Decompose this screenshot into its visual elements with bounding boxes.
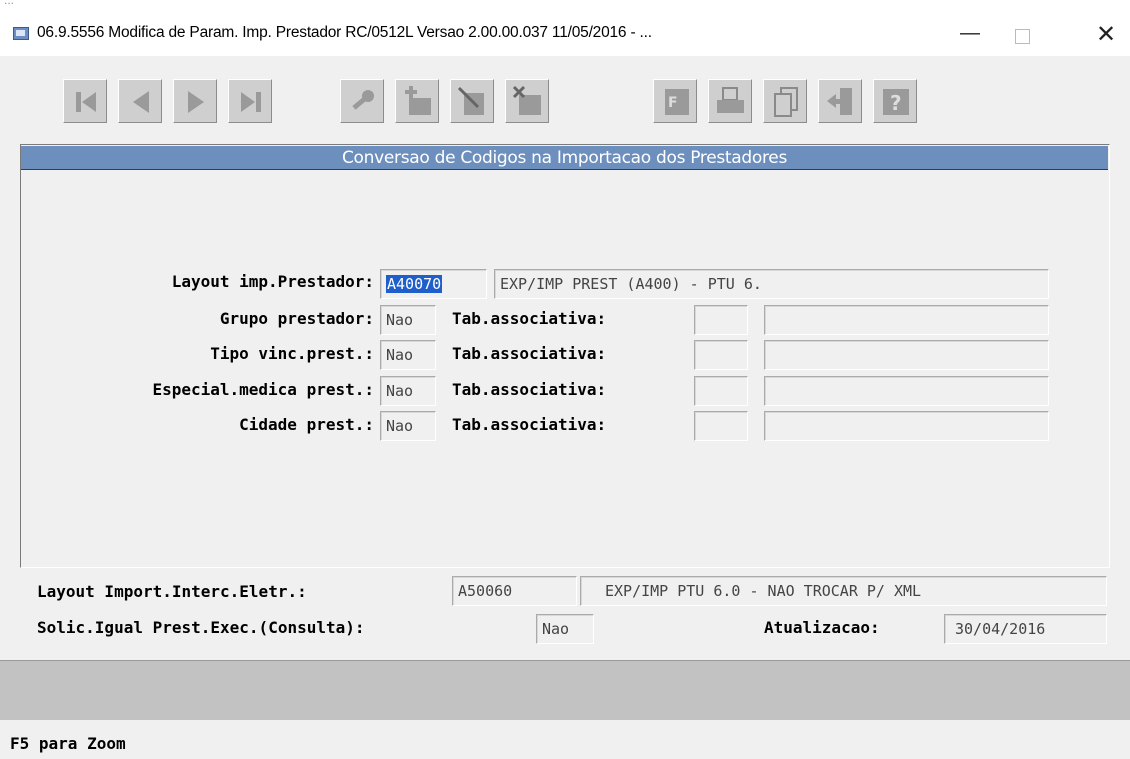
import-layout-description-field: EXP/IMP PTU 6.0 - NAO TROCAR P/ XML	[580, 576, 1107, 606]
especial-medica-prest-label: Especial.medica prest.:	[152, 380, 374, 399]
next-record-icon	[188, 91, 204, 113]
previous-record-button[interactable]	[118, 79, 162, 123]
svg-text:F: F	[668, 95, 678, 111]
modify-button[interactable]	[450, 79, 494, 123]
layout-label: Layout imp.Prestador:	[171, 272, 374, 291]
layout-code-value: A40070	[386, 275, 443, 293]
tab-associativa-code-4[interactable]	[694, 411, 748, 441]
app-icon	[13, 27, 29, 40]
atualizacao-label: Atualizacao:	[764, 618, 880, 637]
import-layout-code-field[interactable]: A50060	[452, 576, 577, 606]
tab-associativa-label-1: Tab.associativa:	[452, 309, 607, 328]
tab-associativa-code-3[interactable]	[694, 376, 748, 406]
printer-icon	[717, 87, 744, 113]
delete-button[interactable]	[505, 79, 549, 123]
grupo-prestador-field[interactable]: Nao	[380, 305, 436, 335]
last-record-button[interactable]	[228, 79, 272, 123]
exit-button[interactable]	[818, 79, 862, 123]
layout-description-field: EXP/IMP PREST (A400) - PTU 6.	[494, 269, 1049, 299]
first-record-icon	[76, 92, 96, 112]
exit-icon	[827, 88, 852, 115]
tab-associativa-desc-1	[764, 305, 1049, 335]
filter-button[interactable]: F	[653, 79, 697, 123]
title-bar[interactable]: 06.9.5556 Modifica de Param. Imp. Presta…	[0, 10, 1130, 56]
section-title: Conversao de Codigos na Importacao dos P…	[21, 146, 1108, 170]
layout-code-field[interactable]: A40070	[380, 269, 487, 299]
tab-associativa-label-2: Tab.associativa:	[452, 344, 607, 363]
tab-associativa-desc-2	[764, 340, 1049, 370]
background-window-title: ...	[4, 0, 15, 7]
status-bar: F5 para Zoom	[0, 720, 1130, 759]
cidade-prest-label: Cidade prest.:	[239, 415, 374, 434]
tab-associativa-code-1[interactable]	[694, 305, 748, 335]
solic-igual-field[interactable]: Nao	[536, 614, 594, 644]
minimize-button[interactable]: —	[960, 22, 980, 45]
background-window-strip: ...	[0, 0, 1130, 10]
toolbar: F ?	[20, 62, 1110, 142]
solic-igual-label: Solic.Igual Prest.Exec.(Consulta):	[37, 618, 365, 637]
next-record-button[interactable]	[173, 79, 217, 123]
key-icon	[352, 90, 374, 110]
tipo-vinc-prest-label: Tipo vinc.prest.:	[210, 344, 374, 363]
tipo-vinc-prest-field[interactable]: Nao	[380, 340, 436, 370]
filter-icon: F	[665, 89, 689, 115]
gray-separator-bar	[0, 660, 1130, 721]
last-record-icon	[241, 92, 261, 112]
first-record-button[interactable]	[63, 79, 107, 123]
maximize-button[interactable]	[1015, 29, 1030, 44]
import-layout-label: Layout Import.Interc.Eletr.:	[37, 582, 307, 601]
cidade-prest-field[interactable]: Nao	[380, 411, 436, 441]
atualizacao-field: 30/04/2016	[944, 614, 1107, 644]
especial-medica-prest-field[interactable]: Nao	[380, 376, 436, 406]
tab-associativa-desc-4	[764, 411, 1049, 441]
svg-text:?: ?	[890, 91, 902, 115]
status-hint: F5 para Zoom	[10, 734, 126, 753]
copy-button[interactable]	[763, 79, 807, 123]
tab-associativa-code-2[interactable]	[694, 340, 748, 370]
window-title: 06.9.5556 Modifica de Param. Imp. Presta…	[37, 24, 652, 41]
print-button[interactable]	[708, 79, 752, 123]
search-button[interactable]	[340, 79, 384, 123]
copy-icon	[774, 87, 798, 117]
tab-associativa-desc-3	[764, 376, 1049, 406]
grupo-prestador-label: Grupo prestador:	[219, 309, 374, 328]
tab-associativa-label-4: Tab.associativa:	[452, 415, 607, 434]
close-button[interactable]: ✕	[1096, 20, 1116, 49]
edit-icon	[457, 86, 484, 115]
help-button[interactable]: ?	[873, 79, 917, 123]
add-icon	[405, 86, 431, 115]
tab-associativa-label-3: Tab.associativa:	[452, 380, 607, 399]
help-icon: ?	[883, 89, 909, 115]
previous-record-icon	[133, 91, 149, 113]
delete-icon	[512, 85, 541, 115]
add-button[interactable]	[395, 79, 439, 123]
